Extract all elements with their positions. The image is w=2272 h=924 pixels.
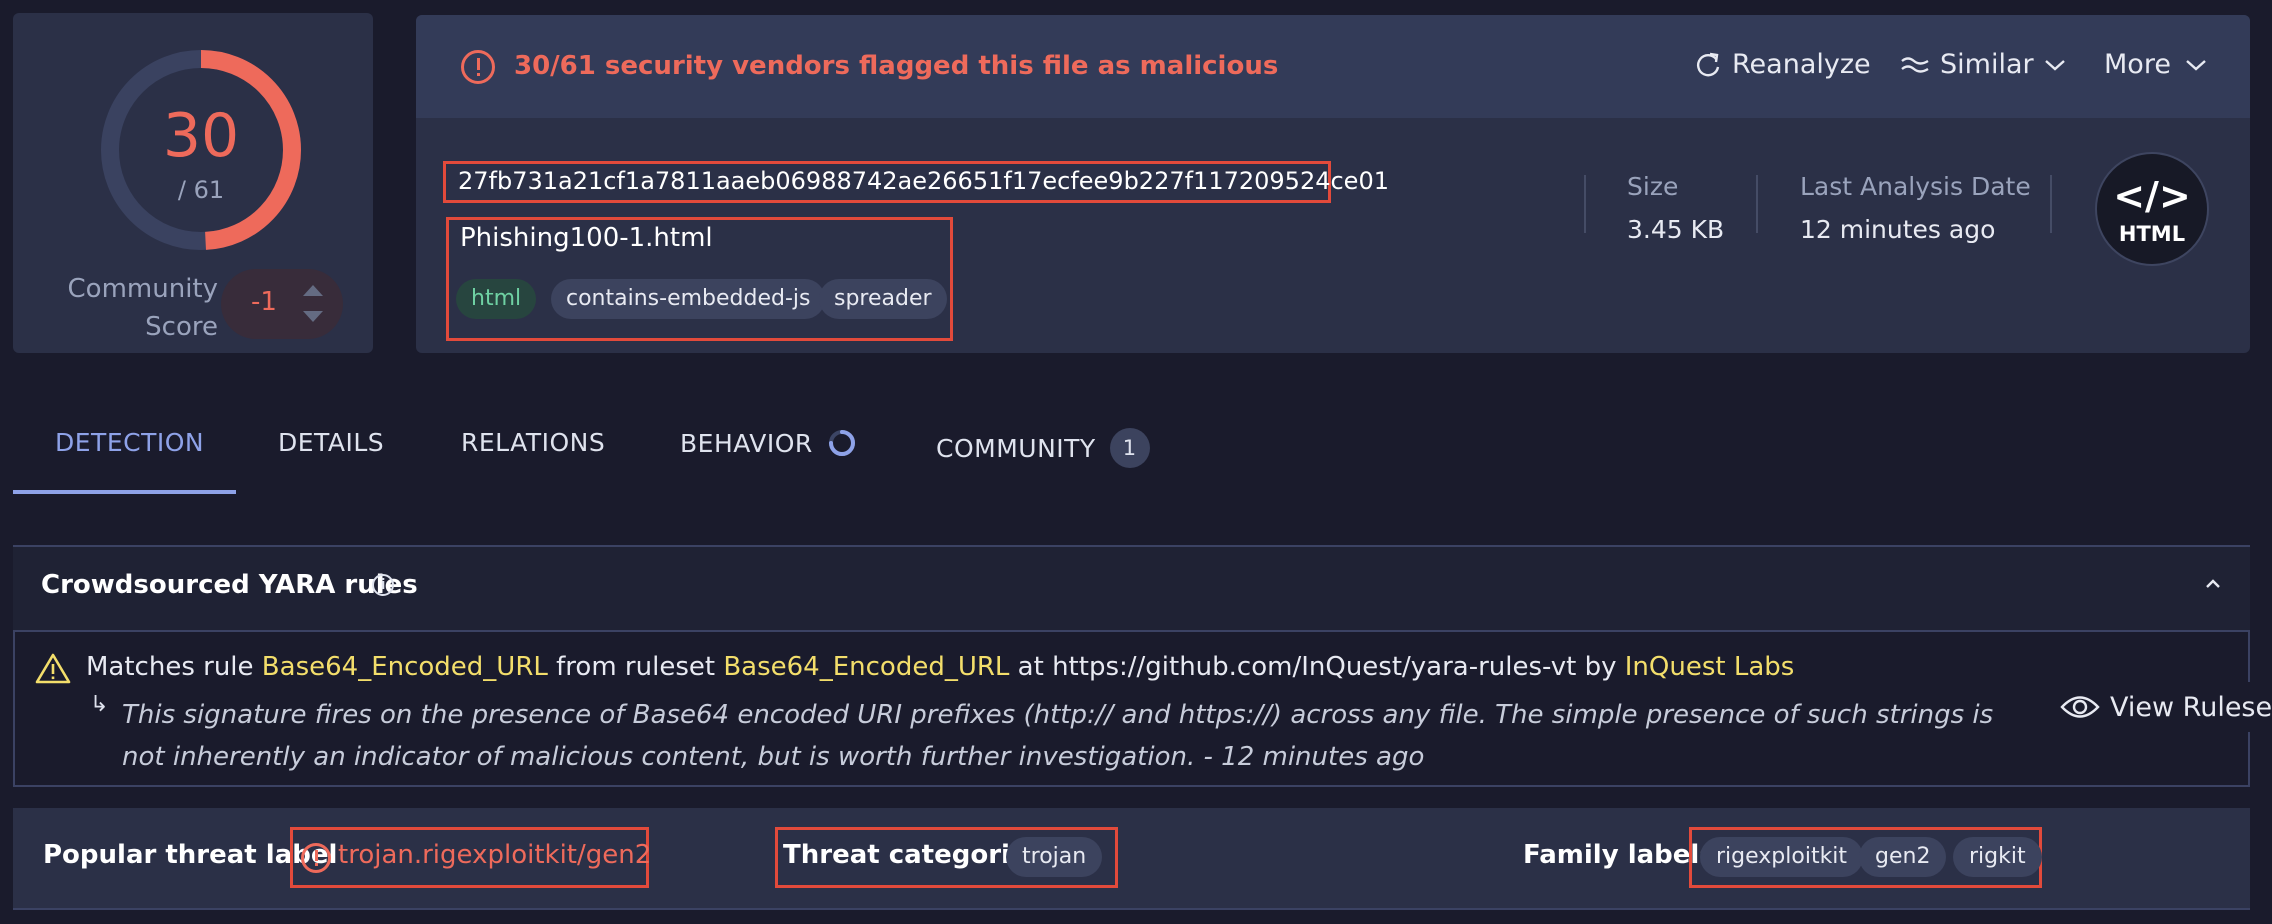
community-score-widget: -1 bbox=[221, 269, 343, 339]
similar-button[interactable]: Similar bbox=[1900, 49, 2066, 80]
yara-rule-description: This signature fires on the presence of … bbox=[122, 700, 1994, 772]
tab-relations[interactable]: RELATIONS bbox=[461, 428, 605, 457]
refresh-icon bbox=[1697, 52, 1720, 76]
community-score-value: -1 bbox=[251, 287, 277, 317]
threat-categories-heading: Threat categories bbox=[783, 840, 1044, 870]
community-score-label: Community Score bbox=[33, 270, 218, 346]
last-analysis-label: Last Analysis Date bbox=[1800, 172, 2031, 201]
file-tag[interactable]: html bbox=[456, 279, 537, 319]
yara-section-header[interactable]: Crowdsourced YARA rules i bbox=[13, 547, 2250, 631]
similar-icon bbox=[1901, 56, 1929, 73]
alert-circle-icon bbox=[461, 50, 495, 84]
yara-section-title: Crowdsourced YARA rules bbox=[41, 570, 418, 600]
tab-relations-label: RELATIONS bbox=[461, 428, 606, 457]
file-hash[interactable]: 27fb731a21cf1a7811aaeb06988742ae26651f17… bbox=[458, 167, 1389, 195]
filetype-label: HTML bbox=[2118, 222, 2186, 246]
more-label: More bbox=[2104, 49, 2171, 80]
upvote-icon[interactable] bbox=[303, 285, 323, 296]
chevron-up-icon[interactable] bbox=[2203, 577, 2223, 591]
downvote-icon[interactable] bbox=[303, 311, 323, 322]
family-label-chip[interactable]: rigexploitkit bbox=[1700, 837, 1864, 877]
community-label-line2: Score bbox=[145, 312, 218, 342]
size-label: Size bbox=[1627, 172, 1679, 201]
family-labels-heading: Family labels bbox=[1523, 840, 1715, 870]
detection-count: 30 bbox=[162, 101, 240, 171]
loading-spinner-icon bbox=[828, 430, 855, 456]
divider bbox=[1756, 175, 1758, 233]
similar-label: Similar bbox=[1940, 49, 2034, 80]
tab-behavior-label: BEHAVIOR bbox=[680, 428, 813, 458]
tab-community[interactable]: COMMUNITY 1 bbox=[936, 428, 1150, 468]
last-analysis-value: 12 minutes ago bbox=[1800, 215, 1996, 244]
size-value: 3.45 KB bbox=[1627, 215, 1725, 244]
malicious-alert-text: 30/61 security vendors flagged this file… bbox=[514, 51, 1279, 81]
alert-bar: 30/61 security vendors flagged this file… bbox=[416, 15, 2250, 118]
sub-item-arrow-icon: ↳ bbox=[90, 692, 109, 717]
ruleset-link[interactable]: Base64_Encoded_URL bbox=[723, 652, 1009, 682]
from-text: from ruleset bbox=[547, 652, 724, 682]
author-link[interactable]: InQuest Labs bbox=[1625, 652, 1795, 682]
view-ruleset-label: View Ruleset bbox=[2110, 691, 2272, 723]
file-tag[interactable]: contains-embedded-js bbox=[551, 279, 826, 319]
html-filetype-icon: </> HTML bbox=[2095, 152, 2209, 266]
source-text: at https://github.com/InQuest/yara-rules… bbox=[1009, 652, 1625, 682]
yara-match-text: Matches rule Base64_Encoded_URL from rul… bbox=[86, 652, 1794, 682]
match-prefix: Matches rule bbox=[86, 652, 262, 682]
active-tab-indicator bbox=[13, 490, 236, 494]
tab-behavior[interactable]: BEHAVIOR bbox=[680, 428, 857, 458]
threat-labels-bar: Popular threat label trojan.rigexploitki… bbox=[13, 808, 2250, 908]
warning-icon bbox=[35, 653, 71, 684]
community-count-badge: 1 bbox=[1109, 428, 1150, 468]
file-tag[interactable]: spreader bbox=[819, 279, 947, 319]
file-name[interactable]: Phishing100-1.html bbox=[460, 223, 713, 253]
divider bbox=[1584, 175, 1586, 233]
tab-detection[interactable]: DETECTION bbox=[55, 428, 204, 457]
detection-total: / 61 bbox=[177, 176, 225, 204]
family-label-chip[interactable]: rigkit bbox=[1953, 837, 2042, 877]
more-button[interactable]: More bbox=[2104, 49, 2207, 80]
tab-community-label: COMMUNITY bbox=[936, 433, 1096, 463]
threat-category-chip[interactable]: trojan bbox=[1006, 837, 1103, 877]
tab-details[interactable]: DETAILS bbox=[278, 428, 384, 457]
filetype-code-glyph: </> bbox=[2113, 174, 2191, 218]
file-summary-card: 30/61 security vendors flagged this file… bbox=[416, 15, 2250, 353]
divider bbox=[13, 908, 2250, 910]
family-label-chip[interactable]: gen2 bbox=[1859, 837, 1947, 877]
divider bbox=[2050, 175, 2052, 233]
yara-match-row: Matches rule Base64_Encoded_URL from rul… bbox=[13, 630, 2272, 787]
reanalyze-label: Reanalyze bbox=[1732, 49, 1871, 80]
chevron-down-icon bbox=[2044, 59, 2065, 71]
view-ruleset-button[interactable]: View Ruleset bbox=[2042, 682, 2272, 732]
detection-score-card: 30 / 61 Community Score -1 bbox=[13, 13, 373, 353]
chevron-down-icon bbox=[2186, 59, 2206, 71]
tab-detection-label: DETECTION bbox=[55, 428, 205, 457]
info-icon[interactable]: i bbox=[372, 574, 394, 596]
tab-details-label: DETAILS bbox=[278, 428, 385, 457]
eye-icon bbox=[2060, 696, 2100, 718]
community-label-line1: Community bbox=[67, 274, 218, 304]
popular-threat-label-value[interactable]: trojan.rigexploitkit/gen2 bbox=[338, 840, 651, 870]
reanalyze-button[interactable]: Reanalyze bbox=[1694, 49, 1871, 80]
alert-circle-icon bbox=[301, 843, 331, 873]
rule-link[interactable]: Base64_Encoded_URL bbox=[262, 652, 548, 682]
